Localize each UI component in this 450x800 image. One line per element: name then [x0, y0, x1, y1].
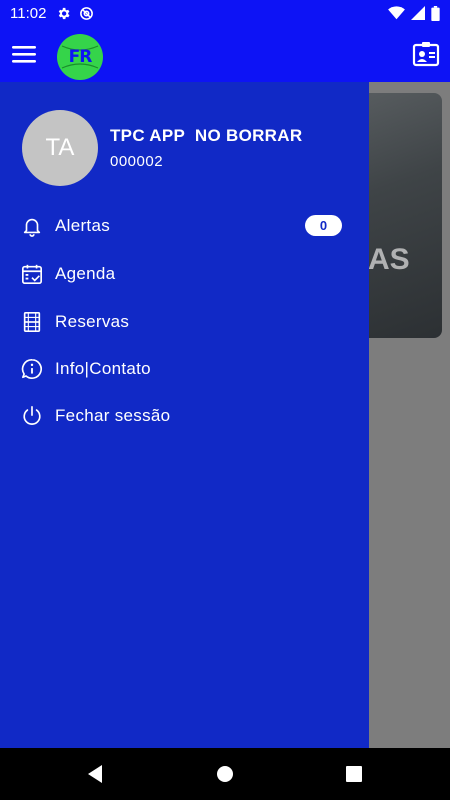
home-icon[interactable] [216, 765, 234, 783]
info-icon [20, 357, 44, 381]
battery-icon [431, 5, 440, 21]
back-icon[interactable] [86, 764, 104, 784]
menu-item-agenda[interactable]: Agenda [20, 256, 350, 292]
gear-icon [59, 7, 70, 19]
background-card-text: AS [368, 243, 410, 276]
avatar: TA [22, 110, 98, 186]
system-nav-bar [0, 748, 450, 800]
navigation-drawer: TA TPC APP NO BORRAR 000002 Alertas 0 Ag… [0, 82, 369, 748]
signal-icon [411, 6, 425, 20]
status-time: 11:02 [10, 4, 47, 22]
user-code: 000002 [110, 153, 164, 170]
app-bar: FR [0, 26, 450, 82]
menu-item-alertas[interactable]: Alertas 0 [20, 208, 350, 244]
menu-item-label: Info|Contato [55, 359, 151, 378]
menu-item-fechar-sessao[interactable]: Fechar sessão [20, 398, 350, 434]
logo-text: FR [68, 47, 93, 67]
menu-item-label: Fechar sessão [55, 406, 171, 425]
status-bar: 11:02 [0, 0, 450, 26]
calendar-check-icon [20, 262, 44, 286]
court-icon [20, 310, 44, 334]
menu-item-label: Alertas [55, 216, 111, 235]
power-icon [20, 404, 44, 428]
at-sign-icon [80, 6, 94, 20]
wifi-icon [388, 6, 405, 20]
alert-count-badge: 0 [305, 215, 342, 236]
recents-icon[interactable] [346, 766, 362, 782]
menu-item-label: Reservas [55, 312, 130, 331]
app-logo: FR [57, 34, 103, 80]
menu-item-reservas[interactable]: Reservas [20, 304, 350, 340]
bell-icon [20, 214, 44, 238]
menu-item-label: Agenda [55, 264, 116, 283]
menu-item-info-contato[interactable]: Info|Contato [20, 351, 350, 387]
contact-card-icon[interactable] [412, 40, 440, 68]
user-name: TPC APP NO BORRAR [110, 126, 303, 145]
hamburger-menu-icon[interactable] [12, 43, 36, 65]
